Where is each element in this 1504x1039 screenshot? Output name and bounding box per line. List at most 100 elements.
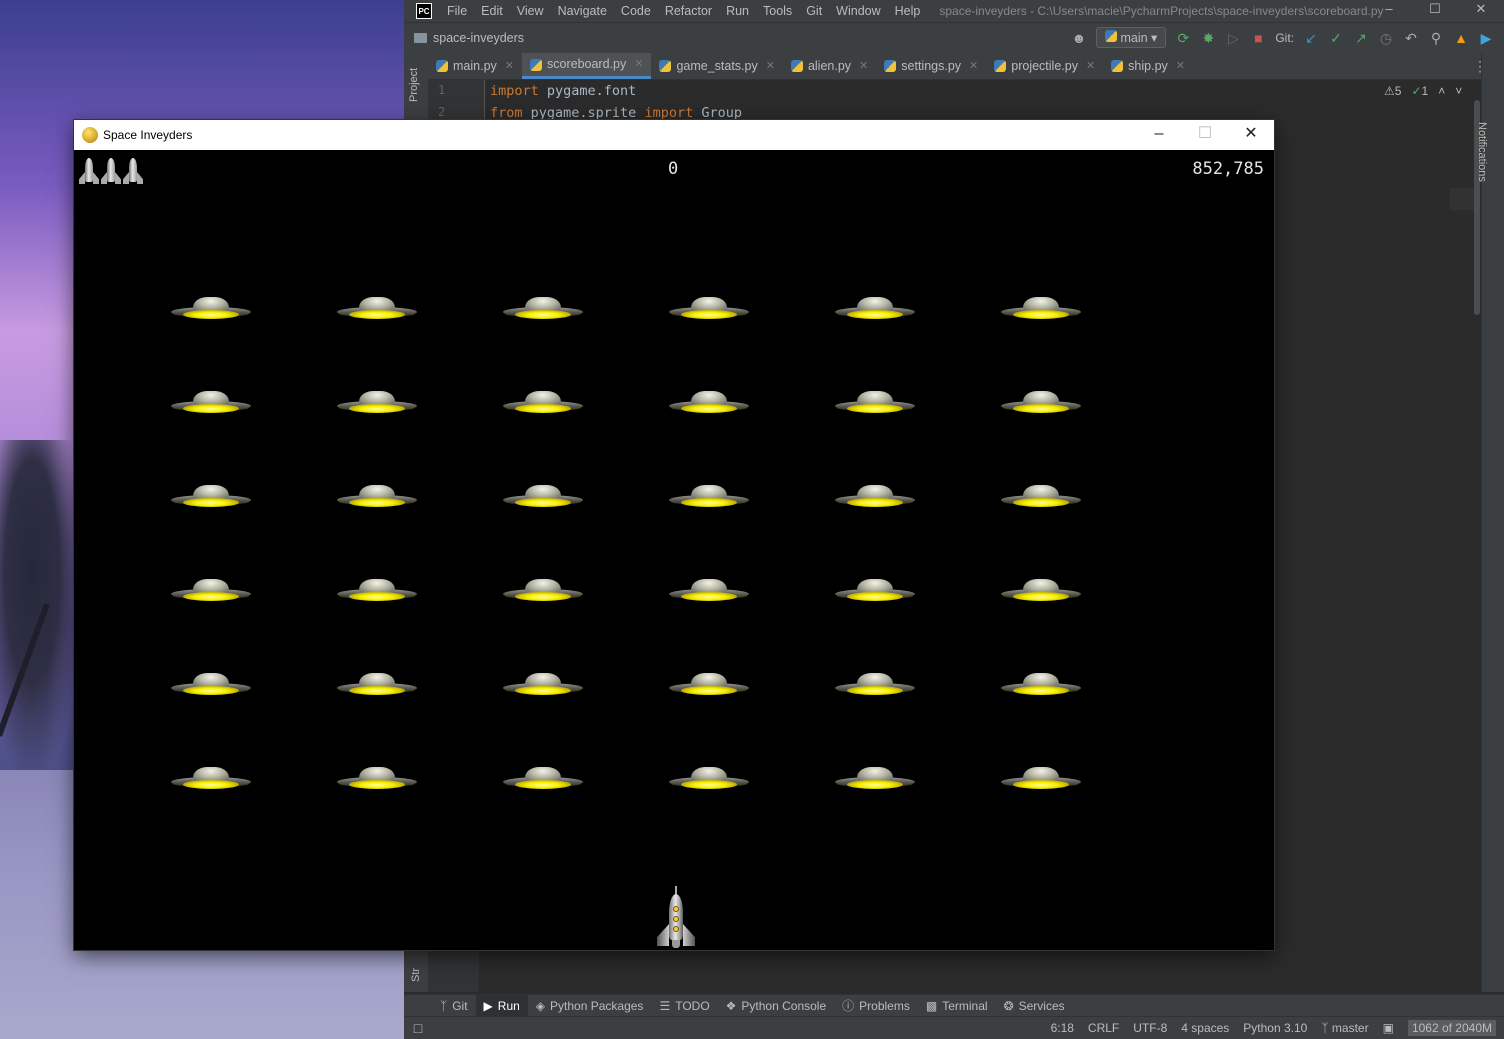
- git-update-icon[interactable]: ↙: [1303, 30, 1319, 46]
- alien-ufo: [1001, 390, 1081, 420]
- tab-label: settings.py: [901, 59, 962, 73]
- git-branch-icon: ᛉ: [1321, 1021, 1329, 1035]
- tab-alien-py[interactable]: alien.py ✕: [783, 53, 876, 79]
- tab-main-py[interactable]: main.py ✕: [428, 53, 522, 79]
- editor-tabs: main.py ✕ scoreboard.py ✕ game_stats.py ✕ a…: [428, 52, 1488, 80]
- branch-name: master: [1331, 1021, 1369, 1035]
- tab-ship-py[interactable]: ship.py ✕: [1103, 53, 1193, 79]
- alien-ufo: [503, 390, 583, 420]
- breadcrumb-project[interactable]: space-inveyders: [414, 31, 524, 45]
- menu-git[interactable]: Git: [799, 0, 829, 22]
- close-tab-icon[interactable]: ✕: [505, 53, 514, 79]
- tool-terminal[interactable]: ▩ Terminal: [918, 995, 996, 1017]
- score: 0: [668, 159, 679, 179]
- structure-tool-label[interactable]: Str: [410, 968, 422, 982]
- close-tab-icon[interactable]: ✕: [969, 53, 978, 79]
- vcs-branch[interactable]: ᛉ master: [1321, 1021, 1368, 1035]
- update-icon[interactable]: ▲: [1453, 30, 1469, 46]
- close-icon[interactable]: ✕: [1228, 120, 1274, 150]
- alien-ufo: [337, 766, 417, 796]
- alien-ufo: [669, 672, 749, 702]
- close-tab-icon[interactable]: ✕: [1176, 53, 1185, 79]
- minimize-icon[interactable]: –: [1366, 0, 1412, 22]
- indent-setting[interactable]: 4 spaces: [1181, 1021, 1229, 1035]
- tool-problems[interactable]: ⓘ Problems: [834, 995, 918, 1017]
- tab-game-stats-py[interactable]: game_stats.py ✕: [651, 53, 783, 79]
- jetbrains-icon[interactable]: ▶: [1478, 30, 1494, 46]
- user-icon[interactable]: ☻: [1071, 30, 1087, 46]
- close-tab-icon[interactable]: ✕: [1086, 53, 1095, 79]
- layout-icon[interactable]: □: [410, 1020, 426, 1036]
- chevron-up-icon[interactable]: ˄: [1438, 84, 1445, 98]
- close-tab-icon[interactable]: ✕: [634, 53, 643, 76]
- rerun-icon[interactable]: ⟳: [1175, 30, 1191, 46]
- close-tab-icon[interactable]: ✕: [859, 53, 868, 79]
- game-canvas[interactable]: 0 852,785: [74, 150, 1274, 950]
- alien-ufo: [171, 390, 251, 420]
- keyword: import: [644, 105, 694, 121]
- maximize-icon[interactable]: ☐: [1412, 0, 1458, 22]
- caret-position[interactable]: 6:18: [1051, 1021, 1074, 1035]
- project-tool-label[interactable]: Project: [408, 68, 420, 102]
- run-config-button[interactable]: main ▾: [1096, 27, 1167, 48]
- rollback-icon[interactable]: ↶: [1403, 30, 1419, 46]
- lock-icon[interactable]: ▣: [1383, 1021, 1394, 1035]
- history-icon[interactable]: ◷: [1378, 30, 1394, 46]
- code-text: Group: [693, 105, 742, 121]
- menu-window[interactable]: Window: [829, 0, 887, 22]
- python-file-icon: [1111, 60, 1124, 72]
- menu-navigate[interactable]: Navigate: [551, 0, 614, 22]
- close-tab-icon[interactable]: ✕: [766, 53, 775, 79]
- file-encoding[interactable]: UTF-8: [1133, 1021, 1167, 1035]
- maximize-icon[interactable]: ☐: [1182, 120, 1228, 150]
- play-icon: ▶: [483, 998, 493, 1013]
- tool-git[interactable]: ᛉ Git: [432, 995, 476, 1017]
- tool-python-packages[interactable]: ◈ Python Packages: [528, 995, 652, 1017]
- search-icon[interactable]: ⚲: [1428, 30, 1444, 46]
- desktop-tree: [0, 440, 80, 770]
- chevron-down-icon[interactable]: ˅: [1455, 84, 1462, 98]
- menu-tools[interactable]: Tools: [756, 0, 799, 22]
- tool-run[interactable]: ▶ Run: [475, 994, 528, 1017]
- stop-icon[interactable]: ■: [1250, 30, 1266, 46]
- alien-ufo: [337, 578, 417, 608]
- menu-file[interactable]: File: [440, 0, 474, 22]
- tab-scoreboard-py[interactable]: scoreboard.py ✕: [522, 53, 652, 79]
- git-push-icon[interactable]: ↗: [1353, 30, 1369, 46]
- alien-ufo: [171, 578, 251, 608]
- inspection-widget[interactable]: ⚠5 ✓1 ˄ ˅: [1384, 84, 1462, 98]
- tab-settings-py[interactable]: settings.py ✕: [876, 53, 986, 79]
- python-interpreter[interactable]: Python 3.10: [1243, 1021, 1307, 1035]
- line-separator[interactable]: CRLF: [1088, 1021, 1119, 1035]
- tool-todo[interactable]: ☰ TODO: [651, 995, 717, 1017]
- python-file-icon: [994, 60, 1007, 72]
- tab-projectile-py[interactable]: projectile.py ✕: [986, 53, 1103, 79]
- debug-icon[interactable]: ✸: [1200, 30, 1216, 46]
- alien-ufo: [171, 672, 251, 702]
- alien-ufo: [669, 578, 749, 608]
- menu-edit[interactable]: Edit: [474, 0, 510, 22]
- menu-help[interactable]: Help: [888, 0, 928, 22]
- terminal-icon: ▩: [925, 998, 938, 1013]
- code-text: pygame.sprite: [522, 105, 645, 121]
- tool-label: Python Packages: [550, 998, 644, 1013]
- tool-label: Problems: [859, 998, 910, 1013]
- tool-python-console[interactable]: ❖ Python Console: [718, 995, 835, 1017]
- memory-indicator[interactable]: 1062 of 2040M: [1407, 1020, 1496, 1036]
- code-line: import pygame.font: [490, 80, 636, 102]
- minimize-icon[interactable]: –: [1136, 120, 1182, 150]
- notifications-label[interactable]: Notifications: [1476, 122, 1488, 182]
- menu-view[interactable]: View: [510, 0, 551, 22]
- tool-label: Terminal: [942, 998, 988, 1013]
- tool-services[interactable]: ❂ Services: [996, 995, 1073, 1017]
- menu-refactor[interactable]: Refactor: [658, 0, 719, 22]
- close-icon[interactable]: ✕: [1458, 0, 1504, 22]
- game-titlebar[interactable]: Space Inveyders – ☐ ✕: [74, 120, 1274, 150]
- coverage-icon[interactable]: ▷: [1225, 30, 1241, 46]
- menu-run[interactable]: Run: [719, 0, 756, 22]
- alien-ufo: [337, 296, 417, 326]
- git-commit-icon[interactable]: ✓: [1328, 30, 1344, 46]
- menu-code[interactable]: Code: [614, 0, 658, 22]
- alien-ufo: [669, 484, 749, 514]
- pycharm-logo-icon: PC: [416, 3, 432, 19]
